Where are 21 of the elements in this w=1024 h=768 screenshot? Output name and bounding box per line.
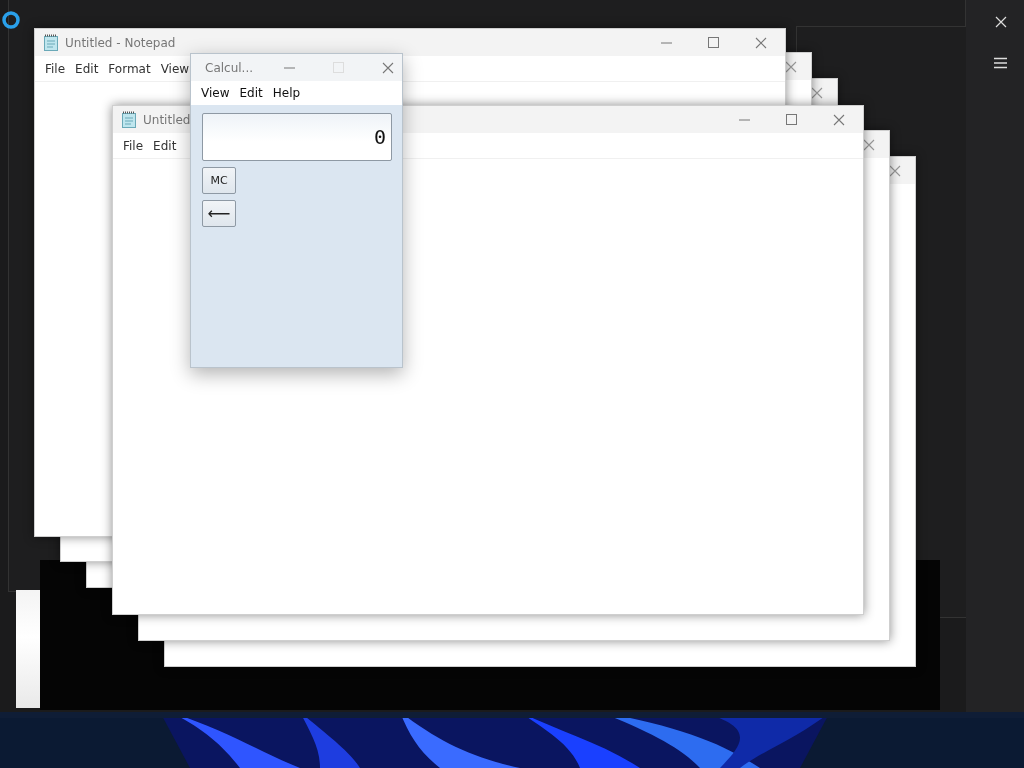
calculator-display: 0 [202, 113, 392, 161]
menu-item[interactable]: Edit [235, 84, 267, 102]
menu-item[interactable]: File [41, 59, 70, 78]
menu-icon[interactable] [994, 57, 1007, 69]
maximize-icon[interactable] [708, 37, 719, 48]
window-title: Calcul... [205, 60, 254, 75]
menu-item[interactable]: View [156, 59, 194, 78]
menu-item[interactable]: Format [104, 59, 155, 78]
ring-icon [2, 11, 20, 29]
menu-item[interactable]: View [197, 84, 234, 102]
memory-clear-button[interactable]: MC [202, 167, 236, 194]
notepad-icon [121, 111, 137, 128]
menu-item[interactable]: Edit [71, 59, 103, 78]
backspace-button[interactable]: ⟵ [202, 200, 236, 227]
notepad-icon [43, 34, 59, 51]
menu-item[interactable]: Edit [149, 136, 181, 155]
menu-item[interactable]: Help [268, 84, 305, 102]
window-title: Untitled - Notepad [65, 35, 176, 50]
window-title: Untitled [143, 112, 191, 127]
menu-item[interactable]: File [119, 136, 148, 155]
maximize-icon[interactable] [786, 114, 797, 125]
